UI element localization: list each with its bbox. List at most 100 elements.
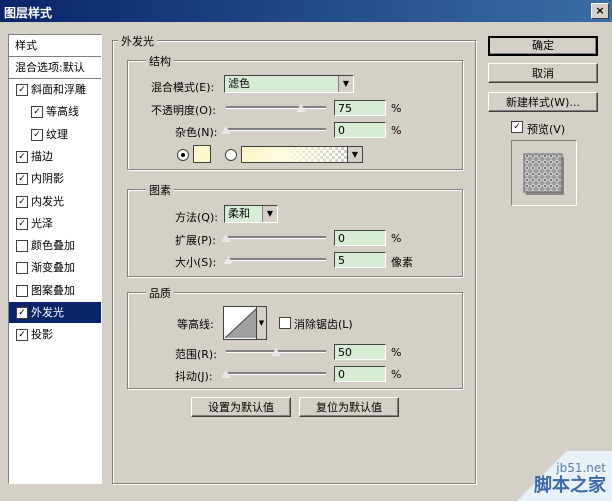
- noise-input[interactable]: 0: [334, 122, 386, 138]
- range-label: 范围(R):: [175, 348, 217, 361]
- noise-slider-track[interactable]: [226, 128, 326, 131]
- contour-dropdown-arrow-icon[interactable]: ▼: [256, 306, 267, 340]
- antialias-checkbox[interactable]: [279, 317, 291, 329]
- range-unit: %: [391, 346, 402, 359]
- style-item-checkbox[interactable]: ✓: [16, 173, 28, 186]
- style-item-label: 投影: [31, 328, 53, 342]
- chevron-down-icon: ▼: [262, 206, 277, 222]
- blend-mode-value: 滤色: [228, 77, 250, 90]
- style-item-checkbox[interactable]: ✓: [16, 307, 28, 319]
- styles-header[interactable]: 样式: [9, 35, 101, 57]
- style-item-label: 内阴影: [31, 172, 64, 186]
- style-item-checkbox[interactable]: ✓: [16, 195, 28, 208]
- technique-select[interactable]: 柔和 ▼: [224, 205, 278, 223]
- noise-label: 杂色(N):: [175, 126, 218, 139]
- new-style-button[interactable]: 新建样式(W)...: [488, 92, 598, 112]
- style-item[interactable]: 渐变叠加: [9, 257, 101, 278]
- jitter-unit: %: [391, 368, 402, 381]
- blend-mode-select[interactable]: 滤色 ▼: [224, 75, 354, 93]
- style-item[interactable]: ✓ 斜面和浮雕: [9, 79, 101, 100]
- gradient-swatch[interactable]: [241, 146, 349, 163]
- jitter-input[interactable]: 0: [334, 366, 386, 382]
- gradient-dropdown-arrow-icon[interactable]: ▼: [347, 146, 363, 163]
- solid-color-radio[interactable]: [177, 149, 189, 161]
- spread-unit: %: [391, 232, 402, 245]
- structure-title: 结构: [146, 53, 174, 69]
- spread-slider-track[interactable]: [226, 236, 326, 239]
- spread-input[interactable]: 0: [334, 230, 386, 246]
- style-item[interactable]: ✓ 内阴影: [9, 168, 101, 189]
- styles-header-label: 样式: [15, 39, 37, 52]
- antialias-label: 消除锯齿(L): [294, 318, 353, 331]
- style-item-label: 渐变叠加: [31, 261, 75, 275]
- style-item[interactable]: ✓ 等高线: [9, 101, 101, 122]
- technique-label: 方法(Q):: [175, 211, 218, 224]
- blend-options-item[interactable]: 混合选项:默认: [9, 57, 101, 79]
- preview-checkbox[interactable]: ✓: [511, 121, 523, 133]
- size-slider-track[interactable]: [226, 258, 326, 261]
- reset-default-button[interactable]: 复位为默认值: [299, 397, 399, 417]
- style-item-checkbox[interactable]: [16, 240, 28, 253]
- gradient-radio[interactable]: [225, 149, 237, 161]
- style-item-checkbox[interactable]: ✓: [31, 128, 43, 141]
- glow-color-swatch[interactable]: [193, 145, 211, 163]
- cancel-button[interactable]: 取消: [488, 63, 598, 83]
- style-item-checkbox[interactable]: ✓: [31, 106, 43, 119]
- range-slider-thumb[interactable]: [271, 348, 281, 356]
- style-item[interactable]: ✓ 纹理: [9, 124, 101, 145]
- preview-thumbnail-icon: [523, 153, 564, 195]
- style-item[interactable]: ✓ 投影: [9, 324, 101, 345]
- style-item-checkbox[interactable]: [16, 284, 28, 297]
- opacity-input[interactable]: 75: [334, 100, 386, 116]
- ok-button[interactable]: 确定: [488, 36, 598, 56]
- noise-slider-thumb[interactable]: [221, 126, 231, 134]
- style-item-label: 等高线: [46, 105, 79, 119]
- watermark-name: 脚本之家: [534, 475, 606, 496]
- jitter-slider-thumb[interactable]: [221, 370, 231, 378]
- quality-title: 品质: [146, 285, 174, 301]
- spread-label: 扩展(P):: [175, 234, 216, 247]
- range-input[interactable]: 50: [334, 344, 386, 360]
- blend-mode-label: 混合模式(E):: [151, 81, 215, 94]
- style-item-checkbox[interactable]: ✓: [16, 329, 28, 342]
- style-item-label: 光泽: [31, 216, 53, 230]
- jitter-slider-track[interactable]: [226, 372, 326, 375]
- size-label: 大小(S):: [175, 256, 217, 269]
- style-item-label: 颜色叠加: [31, 239, 75, 253]
- contour-label: 等高线:: [177, 318, 214, 331]
- spread-slider-thumb[interactable]: [221, 234, 231, 242]
- style-item[interactable]: 颜色叠加: [9, 235, 101, 256]
- opacity-unit: %: [391, 102, 402, 115]
- style-preview: [511, 140, 577, 206]
- elements-title: 图素: [146, 182, 174, 198]
- style-item-label: 斜面和浮雕: [31, 83, 86, 96]
- style-item-checkbox[interactable]: ✓: [16, 84, 28, 96]
- blend-options-label: 混合选项:默认: [15, 61, 85, 74]
- style-item-label: 内发光: [31, 194, 64, 208]
- title-bar: 图层样式 ×: [0, 0, 612, 22]
- size-slider-thumb[interactable]: [223, 256, 233, 264]
- style-item-label: 纹理: [46, 127, 68, 141]
- style-item-label: 描边: [31, 149, 53, 163]
- style-item[interactable]: 图案叠加: [9, 280, 101, 301]
- preview-label: 预览(V): [527, 123, 566, 136]
- style-item[interactable]: ✓ 外发光: [9, 302, 101, 323]
- opacity-slider-track[interactable]: [226, 106, 326, 109]
- opacity-slider-thumb[interactable]: [296, 104, 306, 112]
- set-default-button[interactable]: 设置为默认值: [191, 397, 291, 417]
- style-item-label: 外发光: [31, 306, 64, 319]
- style-item[interactable]: ✓ 内发光: [9, 191, 101, 212]
- contour-preview[interactable]: [223, 306, 259, 340]
- style-item-label: 图案叠加: [31, 283, 75, 297]
- style-item[interactable]: ✓ 描边: [9, 146, 101, 167]
- chevron-down-icon: ▼: [338, 76, 353, 92]
- close-button[interactable]: ×: [591, 3, 609, 19]
- noise-unit: %: [391, 124, 402, 137]
- style-item[interactable]: ✓ 光泽: [9, 213, 101, 234]
- technique-value: 柔和: [228, 207, 250, 220]
- size-input[interactable]: 5: [334, 252, 386, 268]
- style-item-checkbox[interactable]: [16, 262, 28, 275]
- style-item-checkbox[interactable]: ✓: [16, 217, 28, 230]
- style-item-checkbox[interactable]: ✓: [16, 150, 28, 163]
- contour-curve-icon: [224, 307, 258, 339]
